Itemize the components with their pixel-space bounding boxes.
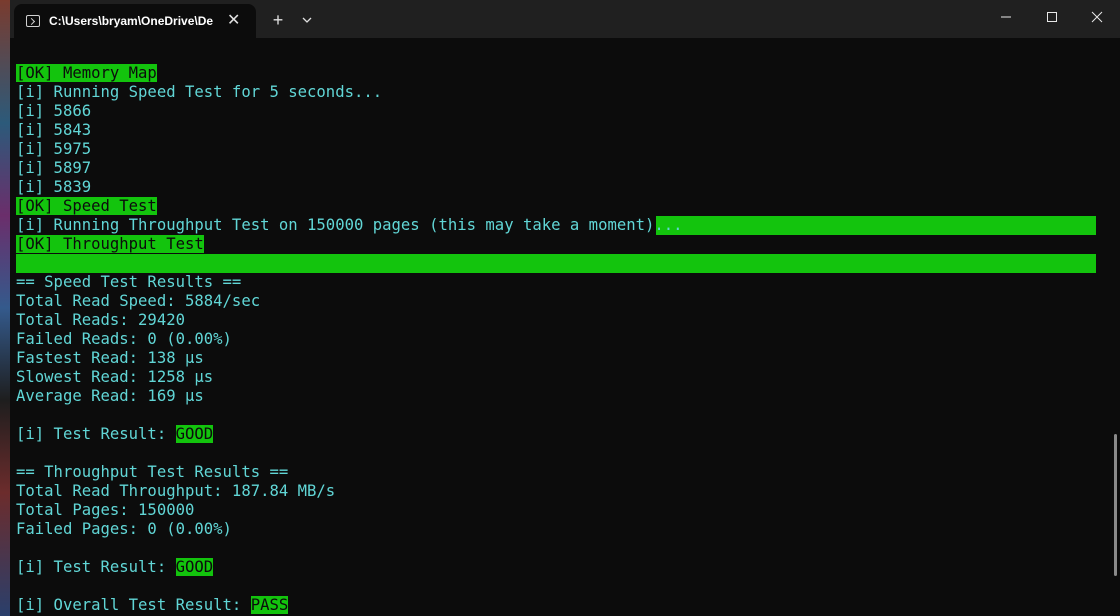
- terminal-line: [i] 5843: [16, 121, 92, 139]
- result-badge: GOOD: [175, 425, 214, 443]
- terminal-line: Total Pages: 150000: [16, 501, 195, 519]
- result-badge: PASS: [250, 596, 289, 614]
- minimize-button[interactable]: [983, 0, 1029, 34]
- plus-icon: +: [272, 9, 284, 30]
- ok-status: [OK] Throughput Test: [16, 235, 204, 253]
- terminal-line: [i] Test Result: GOOD: [16, 425, 214, 444]
- ok-status: [OK] Speed Test: [16, 197, 157, 215]
- desktop-background-strip: [0, 0, 10, 616]
- terminal-line: [i] 5866: [16, 102, 92, 120]
- close-icon[interactable]: ✕: [227, 13, 240, 29]
- maximize-button[interactable]: [1029, 0, 1075, 34]
- terminal-line: Failed Reads: 0 (0.00%): [16, 330, 232, 348]
- scrollbar-thumb[interactable]: [1114, 434, 1117, 576]
- terminal-line: Total Read Throughput: 187.84 MB/s: [16, 482, 336, 500]
- terminal-tab[interactable]: C:\Users\bryam\OneDrive\De ✕: [14, 4, 256, 38]
- terminal-line: [i] Test Result: GOOD: [16, 558, 214, 577]
- tab-dropdown-button[interactable]: [295, 8, 319, 32]
- result-label: [i] Test Result:: [16, 425, 176, 443]
- terminal-line: Total Reads: 29420: [16, 311, 185, 329]
- chevron-down-icon: [302, 17, 312, 23]
- new-tab-button[interactable]: +: [266, 8, 290, 32]
- terminal-line: [OK] Throughput Test: [16, 235, 204, 254]
- terminal-line: [i] Overall Test Result: PASS: [16, 596, 289, 615]
- result-badge: GOOD: [175, 558, 214, 576]
- maximize-icon: [1047, 12, 1057, 22]
- terminal-output[interactable]: [OK] Memory Map [i] Running Speed Test f…: [10, 38, 1112, 616]
- terminal-line: [i] 5839: [16, 178, 92, 196]
- progress-bar-fill: [656, 216, 1096, 235]
- progress-bar-fill: [16, 254, 1096, 273]
- terminal-icon: [26, 15, 40, 27]
- tab-title: C:\Users\bryam\OneDrive\De: [49, 14, 214, 28]
- terminal-line: [OK] Memory Map: [16, 64, 157, 83]
- terminal-line: [OK] Speed Test: [16, 197, 157, 216]
- ok-status: [OK] Memory Map: [16, 64, 157, 82]
- close-window-button[interactable]: [1074, 0, 1120, 34]
- result-label: [i] Test Result:: [16, 558, 176, 576]
- terminal-line: Fastest Read: 138 µs: [16, 349, 204, 367]
- terminal-line: [i] 5975: [16, 140, 92, 158]
- terminal-line: Total Read Speed: 5884/sec: [16, 292, 261, 310]
- terminal-line: [i] Running Speed Test for 5 seconds...: [16, 83, 383, 101]
- terminal-line: == Speed Test Results ==: [16, 273, 242, 291]
- terminal-line: Slowest Read: 1258 µs: [16, 368, 214, 386]
- minimize-icon: [1001, 16, 1011, 18]
- terminal-line: Average Read: 169 µs: [16, 387, 204, 405]
- title-bar: C:\Users\bryam\OneDrive\De ✕ +: [10, 0, 1120, 38]
- close-window-icon: [1091, 11, 1103, 23]
- terminal-line: == Throughput Test Results ==: [16, 463, 289, 481]
- terminal-line: [i] 5897: [16, 159, 92, 177]
- result-label: [i] Overall Test Result:: [16, 596, 251, 614]
- terminal-line: [i] Running Throughput Test on 150000 pa…: [16, 216, 683, 234]
- terminal-line: Failed Pages: 0 (0.00%): [16, 520, 232, 538]
